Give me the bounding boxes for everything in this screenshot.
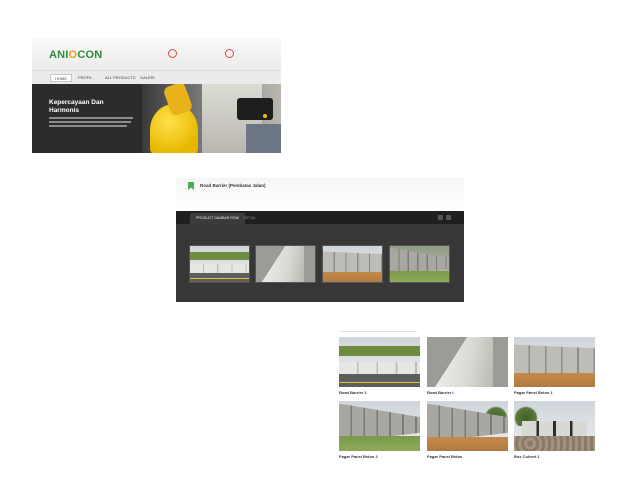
phone-icon [168,49,177,58]
product-header: Road Barrier (Pembatas Jalan) [176,178,464,211]
phone-image [237,98,273,120]
gallery-thumb-road-barrier[interactable] [189,245,250,283]
gallery-thumb-panel-fence[interactable] [322,245,383,283]
product-image [339,401,420,451]
gallery-thumb-panel-fence-green[interactable] [389,245,450,283]
hero-body-text [49,117,133,129]
gallery-area [176,224,464,302]
product-caption[interactable]: Pagar Panel Beton [427,454,508,459]
product-card[interactable]: Road Barrier I [427,337,508,395]
nav-galeri[interactable]: GALERI [136,74,159,82]
product-image [514,337,595,387]
nav-home[interactable]: HOME [50,74,72,82]
product-card[interactable]: Pagar Panel Beton 2 [339,401,420,459]
product-card[interactable]: Pagar Panel Beton 1 [514,337,595,395]
nav-all-products[interactable]: ALL PRODUCTS [101,74,140,82]
product-caption[interactable]: Box Culvert 1 [514,454,595,459]
site-logo[interactable]: ANIOCON [49,49,102,61]
product-caption[interactable]: Pagar Panel Beton 1 [514,390,595,395]
tab-product-gambar[interactable]: PRODUCT GAMBAR ROW [190,213,245,224]
product-detail-panel: Road Barrier (Pembatas Jalan) PRODUCT GA… [176,178,464,302]
phone-light [263,114,267,118]
hero-arm [246,124,281,153]
product-image [427,401,508,451]
product-image [514,401,595,451]
product-tabs: PRODUCT GAMBAR ROW DETAIL [176,211,464,224]
divider [339,331,417,332]
product-image [339,337,420,387]
hero-title: Kepercayaan Dan Harmonis [49,99,104,114]
product-grid: Road Barrier 2 Road Barrier I Pagar Pane… [339,331,601,465]
prev-arrow-icon[interactable] [438,215,443,220]
logo-text-accent: O [68,49,78,61]
hero-banner: Kepercayaan Dan Harmonis [32,84,281,153]
product-card[interactable]: Road Barrier 2 [339,337,420,395]
logo-text-end: CON [77,49,103,61]
logo-text-main: ANI [49,49,69,61]
next-arrow-icon[interactable] [446,215,451,220]
product-caption[interactable]: Road Barrier I [427,390,508,395]
product-caption[interactable]: Pagar Panel Beton 2 [339,454,420,459]
product-card[interactable]: Box Culvert 1 [514,401,595,459]
website-header-panel: ANIOCON HOME PROFIL ALL PRODUCTS GALERI … [32,37,281,153]
header-bar: ANIOCON [32,37,281,70]
main-nav: HOME PROFIL ALL PRODUCTS GALERI [32,70,281,84]
product-caption[interactable]: Road Barrier 2 [339,390,420,395]
tab-detail[interactable]: DETAIL [238,213,262,224]
gallery-thumb-jersey-barrier[interactable] [255,245,316,283]
product-image [427,337,508,387]
product-title: Road Barrier (Pembatas Jalan) [200,183,266,188]
nav-profil[interactable]: PROFIL [74,74,96,82]
phone-icon [225,49,234,58]
product-card[interactable]: Pagar Panel Beton [427,401,508,459]
bookmark-icon [188,182,194,190]
